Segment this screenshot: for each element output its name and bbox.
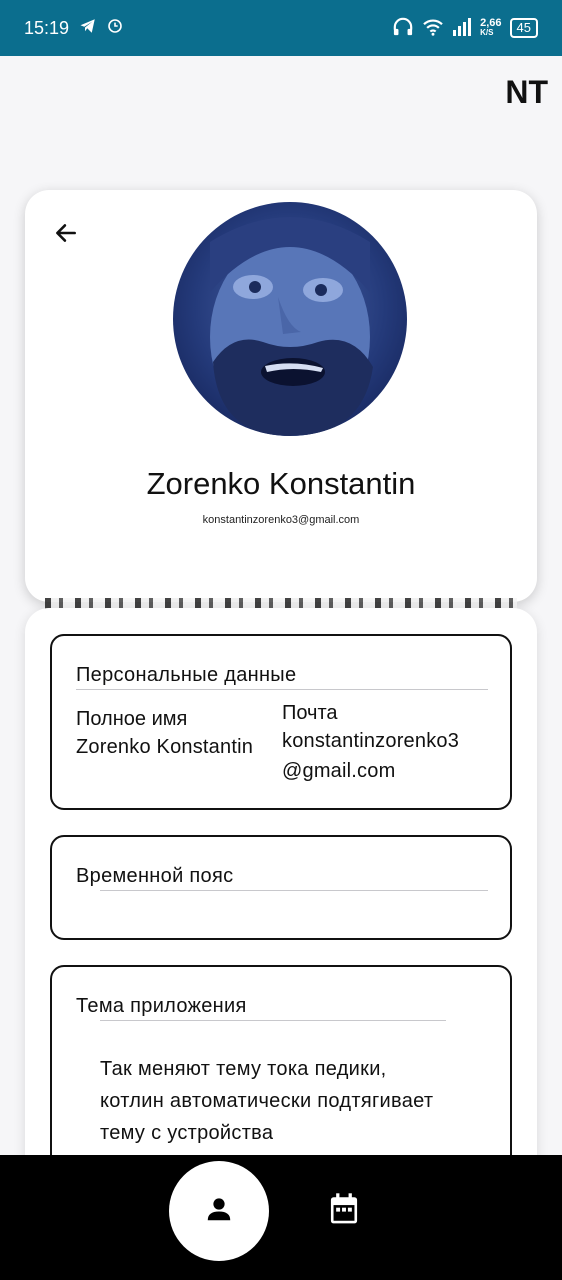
- theme-description-line: тему с устройства: [100, 1122, 274, 1144]
- battery-icon: 45: [509, 18, 538, 38]
- email-label: Почта: [282, 702, 338, 724]
- email-value-line1: konstantinzorenko3: [282, 730, 460, 752]
- section-divider: [100, 1020, 446, 1021]
- full-name-value: Zorenko Konstantin: [76, 736, 254, 758]
- wifi-icon: [422, 18, 444, 39]
- profile-card: Zorenko Konstantin konstantinzorenko3@gm…: [25, 190, 537, 602]
- status-left: 15:19: [24, 17, 123, 40]
- avatar[interactable]: [173, 202, 407, 436]
- brand-logo-text: NT: [505, 74, 548, 110]
- nav-profile-button[interactable]: [169, 1161, 269, 1261]
- network-speed-unit: K/S: [480, 28, 494, 37]
- signal-icon: [452, 17, 472, 39]
- telegram-icon: [79, 17, 97, 40]
- section-divider: [100, 890, 488, 891]
- status-bar: 15:19 2,66 K/S 45: [0, 0, 562, 56]
- back-button[interactable]: [49, 218, 83, 252]
- section-title: Временной пояс: [76, 865, 234, 887]
- theme-section: Тема приложения Так меняют тему тока пед…: [50, 965, 512, 1185]
- profile-email: konstantinzorenko3@gmail.com: [202, 514, 360, 526]
- theme-description-line: котлин автоматически подтягивает: [100, 1090, 434, 1112]
- sync-icon: [107, 18, 123, 39]
- headphones-icon: [392, 17, 414, 40]
- status-right: 2,66 K/S 45: [392, 17, 538, 40]
- settings-panel: Персональные данные Полное имя Zorenko K…: [25, 608, 537, 1185]
- section-title: Персональные данные: [76, 664, 297, 686]
- arrow-left-icon: [53, 220, 79, 251]
- full-name-label: Полное имя: [76, 708, 188, 730]
- timezone-section[interactable]: Временной пояс: [50, 835, 512, 940]
- section-title: Тема приложения: [76, 995, 247, 1017]
- profile-name: Zorenko Konstantin: [146, 466, 416, 501]
- bottom-navigation: [0, 1155, 562, 1280]
- personal-data-section: Персональные данные Полное имя Zorenko K…: [50, 634, 512, 810]
- theme-description-line: Так меняют тему тока педики,: [100, 1058, 387, 1080]
- network-speed: 2,66 K/S: [480, 18, 501, 38]
- calendar-icon: [328, 1192, 360, 1231]
- theme-description: Так меняют тему тока педики, котлин авто…: [100, 1053, 500, 1149]
- section-divider: [76, 689, 488, 690]
- person-icon: [204, 1194, 234, 1229]
- battery-level: 45: [516, 20, 531, 35]
- avatar-photo: [210, 217, 373, 436]
- network-speed-value: 2,66: [480, 17, 502, 29]
- nav-calendar-button[interactable]: [326, 1192, 362, 1231]
- email-value-line2: @gmail.com: [282, 760, 396, 782]
- status-time: 15:19: [24, 17, 70, 38]
